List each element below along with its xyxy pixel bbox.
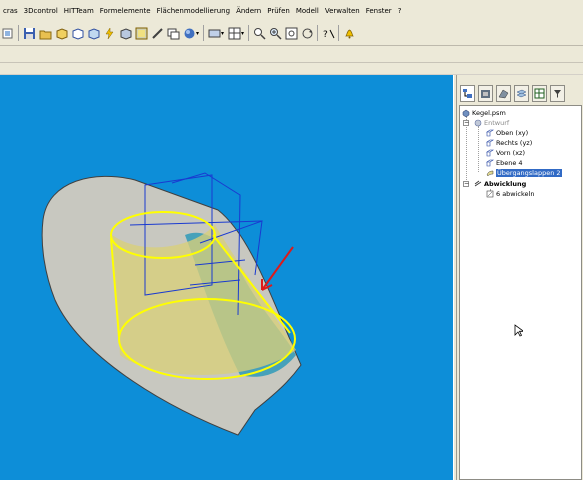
- tree-node-plane-4[interactable]: Ebene 4: [486, 158, 523, 167]
- mouse-pointer-icon: [514, 324, 523, 337]
- flat-pattern-icon: [474, 180, 482, 188]
- svg-text:?: ?: [323, 30, 328, 40]
- tree-line: [478, 126, 479, 172]
- tree-entwurf-label: Entwurf: [484, 118, 510, 127]
- tree-plane-label: Vorn (xz): [496, 148, 525, 157]
- tree-node-plane-yz[interactable]: Rechts (yz): [486, 138, 532, 147]
- direction-arrow: [261, 246, 294, 291]
- menu-item-flaechenmodellierung[interactable]: Flächenmodellierung: [154, 7, 233, 15]
- family-tab[interactable]: [550, 84, 565, 102]
- plane-icon: [486, 129, 494, 137]
- tree-plane-label: Rechts (yz): [496, 138, 533, 147]
- tree-node-plane-xy[interactable]: Oben (xy): [486, 128, 528, 137]
- layout-icon[interactable]: [227, 26, 241, 40]
- bell-icon[interactable]: [342, 26, 356, 40]
- menu-bar: cras 3Dcontrol HITTeam Formelemente Fläc…: [0, 0, 583, 22]
- tree-node-abwickeln[interactable]: 6 abwickeln: [486, 189, 534, 198]
- sphere-icon[interactable]: [182, 26, 196, 40]
- menu-item-fenster[interactable]: Fenster: [363, 7, 395, 15]
- material-icon[interactable]: [150, 26, 164, 40]
- rotate-icon[interactable]: [300, 26, 314, 40]
- part-icon[interactable]: [1, 26, 15, 40]
- tree-node-root[interactable]: Kegel.psm: [462, 108, 506, 117]
- feature-icon[interactable]: [86, 26, 100, 40]
- tree-abwickeln-label: 6 abwickeln: [496, 189, 535, 198]
- display-icon[interactable]: [166, 26, 180, 40]
- collapse-abwicklung-icon[interactable]: −: [463, 181, 469, 187]
- menu-item-modell[interactable]: Modell: [293, 7, 322, 15]
- shade-icon[interactable]: [134, 26, 148, 40]
- feature-tree-tab[interactable]: [460, 84, 475, 102]
- menu-item-cras[interactable]: cras: [0, 7, 21, 15]
- main-toolbar: ▾ ▾ ▾ ?: [0, 21, 583, 46]
- cube-icon[interactable]: [54, 26, 68, 40]
- model-view[interactable]: [0, 75, 453, 480]
- graphics-viewport[interactable]: [0, 75, 453, 480]
- tree-root-label: Kegel.psm: [472, 108, 506, 117]
- zoom-icon[interactable]: [252, 26, 266, 40]
- assembly-tab[interactable]: [496, 84, 511, 102]
- tree-node-plane-xz[interactable]: Vorn (xz): [486, 148, 525, 157]
- tree-plane-label: Ebene 4: [496, 158, 523, 167]
- toolbar-separator: [248, 25, 250, 41]
- menu-item-verwalten[interactable]: Verwalten: [322, 7, 363, 15]
- sphere-dropdown-icon[interactable]: ▾: [196, 30, 199, 37]
- toolbar-separator: [338, 25, 340, 41]
- part-file-icon: [462, 109, 470, 117]
- menu-item-aendern[interactable]: Ändern: [233, 7, 264, 15]
- help-icon[interactable]: ?: [321, 26, 335, 40]
- transition-flange-icon: [486, 169, 494, 177]
- fit-icon[interactable]: [284, 26, 298, 40]
- teamcenter-tab[interactable]: [532, 84, 547, 102]
- menu-item-3dcontrol[interactable]: 3Dcontrol: [21, 7, 61, 15]
- panel-tabs: [457, 83, 583, 103]
- menu-item-formelemente[interactable]: Formelemente: [97, 7, 154, 15]
- save-icon[interactable]: [22, 26, 36, 40]
- menu-item-help[interactable]: ?: [395, 7, 405, 15]
- menu-item-pruefen[interactable]: Prüfen: [264, 7, 293, 15]
- plane-icon: [486, 139, 494, 147]
- view-dropdown-icon[interactable]: ▾: [221, 30, 224, 37]
- tree-node-entwurf[interactable]: Entwurf: [474, 118, 509, 127]
- collapse-entwurf-icon[interactable]: −: [463, 120, 469, 126]
- lightning-icon[interactable]: [102, 26, 116, 40]
- toolbar-separator: [317, 25, 319, 41]
- toolbar-separator: [18, 25, 19, 41]
- layout-dropdown-icon[interactable]: ▾: [241, 30, 244, 37]
- sketch-group-icon: [474, 119, 482, 127]
- plane-icon: [486, 149, 494, 157]
- box-icon[interactable]: [118, 26, 132, 40]
- tree-abwicklung-label: Abwicklung: [484, 179, 527, 188]
- unfold-icon: [486, 190, 494, 198]
- edgebar-panel: Kegel.psm − Entwurf Oben (xy) Rechts (yz…: [457, 75, 583, 480]
- tree-node-uebergangslappen[interactable]: Übergangslappen 2: [486, 168, 562, 177]
- tree-selected-label: Übergangslappen 2: [496, 168, 562, 177]
- command-bar: [0, 46, 583, 63]
- cube-outline-icon[interactable]: [70, 26, 84, 40]
- tree-plane-label: Oben (xy): [496, 128, 529, 137]
- ribbon-edge: [0, 63, 583, 74]
- toolbar-separator: [203, 25, 205, 41]
- menu-item-hitteam[interactable]: HITTeam: [61, 7, 97, 15]
- tree-node-abwicklung[interactable]: Abwicklung: [474, 179, 526, 188]
- zoom-area-icon[interactable]: [268, 26, 282, 40]
- feature-tree[interactable]: Kegel.psm − Entwurf Oben (xy) Rechts (yz…: [459, 105, 582, 480]
- view-icon[interactable]: [207, 26, 221, 40]
- open-icon[interactable]: [38, 26, 52, 40]
- library-tab[interactable]: [478, 84, 493, 102]
- layers-tab[interactable]: [514, 84, 529, 102]
- plane-icon: [486, 159, 494, 167]
